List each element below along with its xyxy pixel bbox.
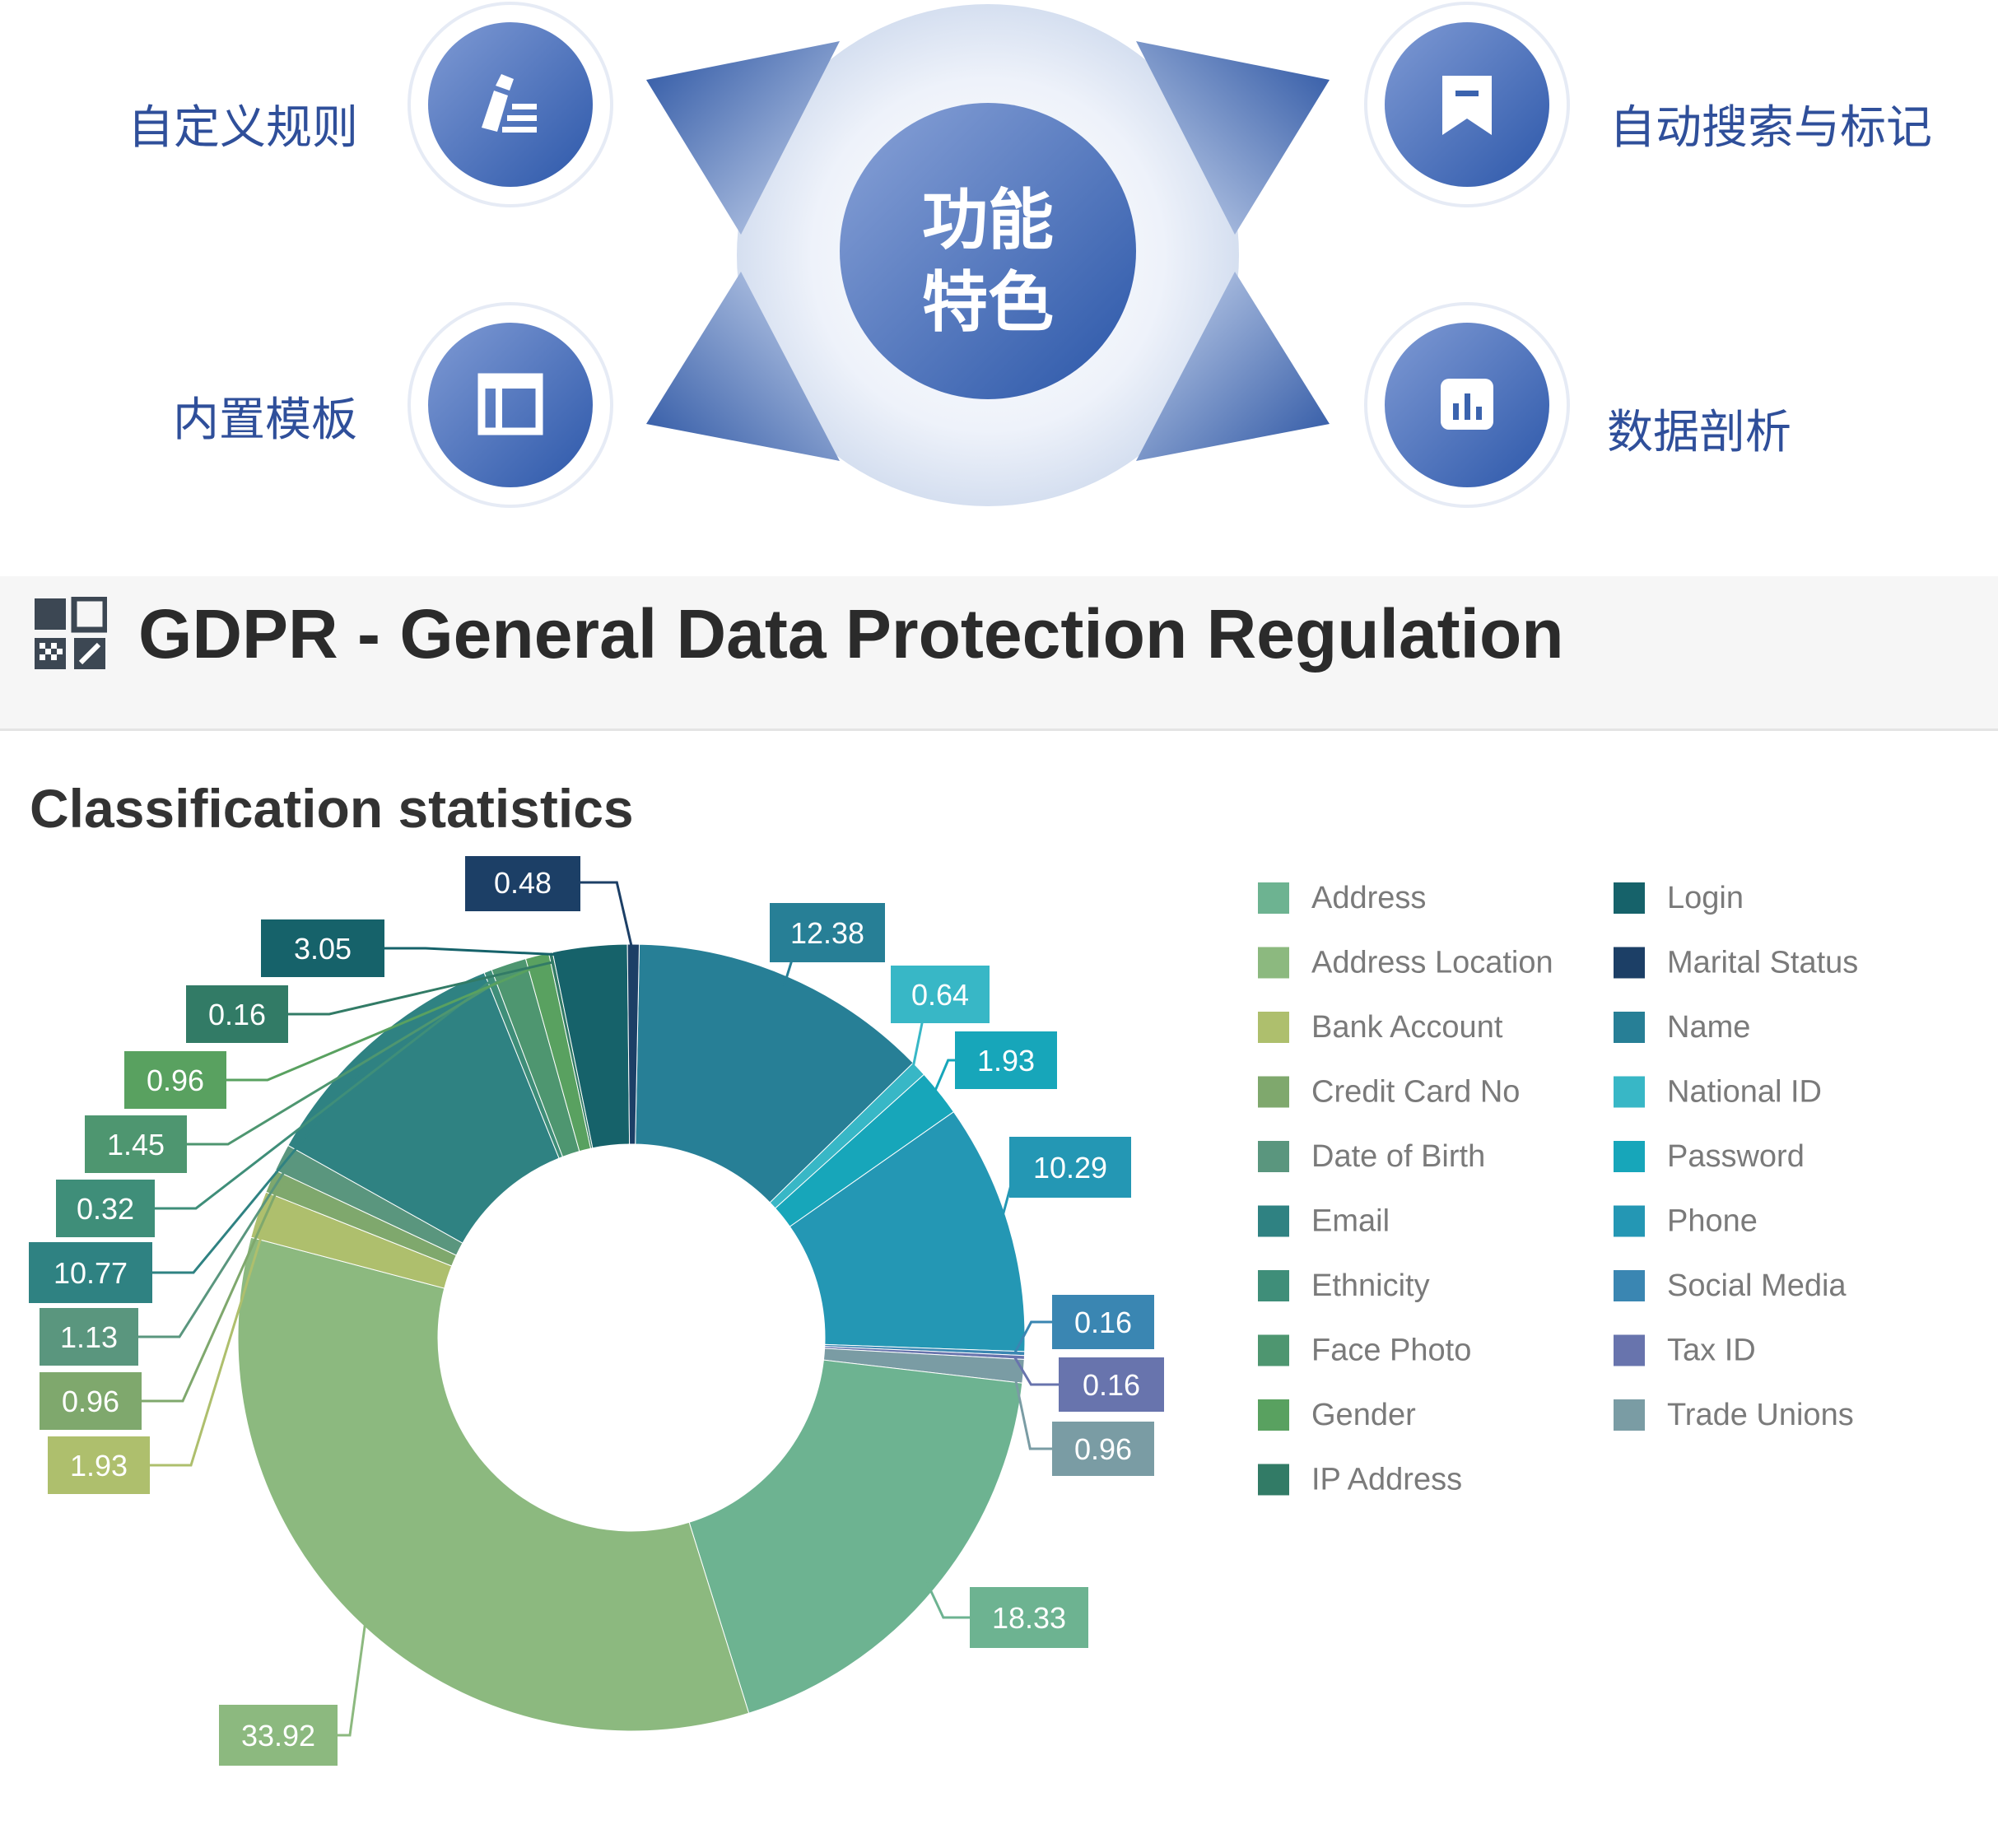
slice-address-location bbox=[237, 1236, 750, 1732]
legend-swatch-credit-card-no bbox=[1258, 1076, 1289, 1108]
feature-bottom-left bbox=[408, 302, 613, 508]
data-label-social-media: 0.16 bbox=[1074, 1306, 1132, 1339]
legend-item-address[interactable]: Address bbox=[1311, 881, 1426, 915]
legend-swatch-national-id bbox=[1614, 1076, 1645, 1108]
legend-swatch-ethnicity bbox=[1258, 1270, 1289, 1301]
feature-top-right bbox=[1364, 2, 1570, 207]
data-label-ethnicity: 0.32 bbox=[77, 1192, 134, 1226]
legend-swatch-address-location bbox=[1258, 947, 1289, 979]
legend-item-tax-id[interactable]: Tax ID bbox=[1667, 1334, 1756, 1368]
legend-swatch-ip-address bbox=[1258, 1464, 1289, 1496]
classification-donut-chart: 12.380.641.9310.290.160.160.9618.3333.92… bbox=[29, 856, 1858, 1766]
legend-item-ip-address[interactable]: IP Address bbox=[1311, 1463, 1462, 1497]
legend-item-bank-account[interactable]: Bank Account bbox=[1311, 1010, 1503, 1045]
legend-swatch-gender bbox=[1258, 1399, 1289, 1431]
data-label-tax-id: 0.16 bbox=[1083, 1368, 1140, 1402]
legend-item-phone[interactable]: Phone bbox=[1667, 1204, 1758, 1239]
legend-item-ethnicity[interactable]: Ethnicity bbox=[1311, 1268, 1430, 1303]
data-label-phone: 10.29 bbox=[1033, 1151, 1107, 1185]
legend-swatch-bank-account bbox=[1258, 1012, 1289, 1043]
chart-legend: Address Address Location Bank Account Credi… bbox=[1258, 881, 1858, 1497]
legend-swatch-face-photo bbox=[1258, 1334, 1289, 1366]
legend-swatch-email bbox=[1258, 1205, 1289, 1237]
data-label-ip-address: 0.16 bbox=[208, 998, 266, 1031]
legend-swatch-tax-id bbox=[1614, 1334, 1645, 1366]
legend-item-date-of-birth[interactable]: Date of Birth bbox=[1311, 1139, 1485, 1174]
feature-diagram: 功能 特色 bbox=[408, 2, 1570, 508]
legend-item-national-id[interactable]: National ID bbox=[1667, 1075, 1822, 1110]
legend-item-email[interactable]: Email bbox=[1311, 1204, 1390, 1239]
section-title: Classification statistics bbox=[30, 778, 634, 839]
leader-address-location bbox=[338, 1614, 368, 1737]
legend-item-login[interactable]: Login bbox=[1667, 881, 1744, 915]
legend-item-password[interactable]: Password bbox=[1667, 1139, 1805, 1174]
legend-item-trade-unions[interactable]: Trade Unions bbox=[1667, 1398, 1854, 1432]
feature-label-custom-rules: 自定义规则 bbox=[128, 101, 358, 155]
legend-swatch-address bbox=[1258, 882, 1289, 914]
legend-swatch-date-of-birth bbox=[1258, 1141, 1289, 1172]
data-label-trade-unions: 0.96 bbox=[1074, 1432, 1132, 1466]
data-label-national-id: 0.64 bbox=[911, 978, 969, 1012]
legend-swatch-social-media bbox=[1614, 1270, 1645, 1301]
feature-label-templates: 内置模板 bbox=[173, 393, 357, 447]
legend-item-name[interactable]: Name bbox=[1667, 1010, 1750, 1045]
data-label-date-of-birth: 1.13 bbox=[60, 1320, 118, 1354]
legend-item-address-location[interactable]: Address Location bbox=[1311, 946, 1553, 980]
data-label-email: 10.77 bbox=[54, 1256, 128, 1290]
legend-swatch-marital-status bbox=[1614, 947, 1645, 979]
dashboard-grid-icon bbox=[35, 597, 107, 669]
data-label-name: 12.38 bbox=[790, 916, 864, 950]
legend-swatch-password bbox=[1614, 1141, 1645, 1172]
legend-item-gender[interactable]: Gender bbox=[1311, 1398, 1416, 1432]
legend-swatch-phone bbox=[1614, 1205, 1645, 1237]
leader-password bbox=[930, 1059, 955, 1100]
donut-slices bbox=[237, 943, 1026, 1732]
data-label-credit-card-no: 0.96 bbox=[62, 1385, 119, 1418]
legend-item-social-media[interactable]: Social Media bbox=[1667, 1268, 1847, 1303]
feature-bottom-right bbox=[1364, 302, 1570, 508]
feature-label-auto-search: 自动搜索与标记 bbox=[1609, 101, 1932, 155]
feature-label-data-profiling: 数据剖析 bbox=[1607, 406, 1791, 459]
data-label-address: 18.33 bbox=[992, 1601, 1066, 1635]
legend-swatch-trade-unions bbox=[1614, 1399, 1645, 1431]
data-label-address-location: 33.92 bbox=[241, 1719, 315, 1753]
bar-chart-icon bbox=[1441, 379, 1493, 430]
data-label-marital-status: 0.48 bbox=[494, 866, 552, 900]
legend-item-marital-status[interactable]: Marital Status bbox=[1667, 946, 1858, 980]
center-title-line2: 特色 bbox=[922, 264, 1054, 341]
data-label-face-photo: 1.45 bbox=[107, 1128, 165, 1161]
legend-item-face-photo[interactable]: Face Photo bbox=[1311, 1334, 1471, 1368]
center-title-line1: 功能 bbox=[922, 182, 1054, 258]
legend-item-credit-card-no[interactable]: Credit Card No bbox=[1311, 1075, 1520, 1110]
data-label-login: 3.05 bbox=[294, 932, 352, 966]
page-title: GDPR - General Data Protection Regulatio… bbox=[138, 595, 1564, 673]
data-label-password: 1.93 bbox=[977, 1044, 1035, 1078]
data-label-gender: 0.96 bbox=[147, 1064, 204, 1097]
data-label-bank-account: 1.93 bbox=[70, 1449, 128, 1483]
feature-top-left bbox=[408, 2, 613, 207]
legend-swatch-name bbox=[1614, 1012, 1645, 1043]
slice-address bbox=[688, 1359, 1023, 1714]
leader-marital-status bbox=[580, 881, 635, 955]
legend-swatch-login bbox=[1614, 882, 1645, 914]
